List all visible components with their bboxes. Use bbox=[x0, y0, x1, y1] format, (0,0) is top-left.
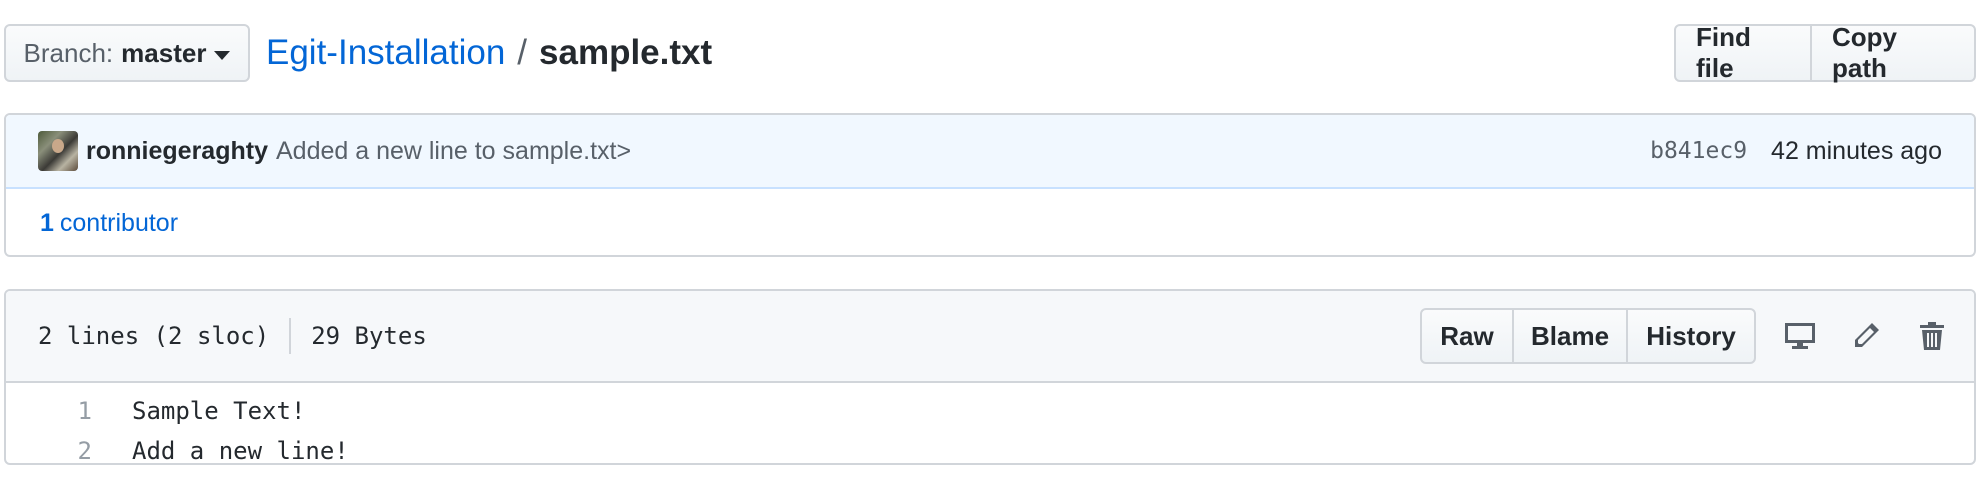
breadcrumb: Egit-Installation / sample.txt bbox=[266, 30, 712, 76]
file-info-divider bbox=[289, 318, 292, 354]
file-size: 29 Bytes bbox=[311, 322, 427, 350]
code-content: 1 Sample Text! 2 Add a new line! bbox=[6, 383, 1974, 465]
author-avatar[interactable] bbox=[38, 131, 78, 171]
contributor-count: 1 bbox=[40, 208, 54, 237]
line-number[interactable]: 2 bbox=[6, 437, 92, 463]
breadcrumb-separator: / bbox=[517, 33, 528, 72]
commit-time: 42 minutes ago bbox=[1771, 136, 1942, 165]
find-file-button[interactable]: Find file bbox=[1674, 22, 1812, 83]
line-content: Add a new line! bbox=[132, 437, 349, 465]
code-line: 1 Sample Text! bbox=[6, 391, 1974, 431]
commit-meta: b841ec9 42 minutes ago bbox=[1650, 137, 1942, 166]
contributor-label: contributor bbox=[59, 208, 179, 237]
breadcrumb-file-name: sample.txt bbox=[539, 33, 713, 72]
blame-button[interactable]: Blame bbox=[1512, 308, 1628, 364]
breadcrumb-repo-link[interactable]: Egit-Installation bbox=[266, 33, 505, 73]
copy-path-button[interactable]: Copy path bbox=[1810, 22, 1976, 83]
branch-name: master bbox=[121, 37, 207, 68]
file-viewer: 2 lines (2 sloc) 29 Bytes Raw Blame Hist… bbox=[4, 289, 1976, 465]
file-view-button-group: Raw Blame History bbox=[1420, 308, 1756, 364]
file-navigation: Find file Copy path bbox=[1674, 22, 1976, 83]
commit-sha-link[interactable]: b841ec9 bbox=[1650, 138, 1747, 164]
pencil-icon[interactable] bbox=[1844, 314, 1888, 358]
caret-down-icon bbox=[214, 50, 231, 60]
branch-select-button[interactable]: Branch: master bbox=[4, 24, 250, 82]
trash-icon[interactable] bbox=[1910, 314, 1954, 358]
commit-info-box: ronniegeraghty Added a new line to sampl… bbox=[4, 113, 1976, 257]
commit-message-link[interactable]: Added a new line to sample.txt> bbox=[276, 137, 631, 166]
line-number[interactable]: 1 bbox=[6, 397, 92, 425]
file-lines-info: 2 lines (2 sloc) bbox=[38, 322, 270, 350]
commit-author-link[interactable]: ronniegeraghty bbox=[86, 137, 268, 166]
history-button[interactable]: History bbox=[1626, 308, 1756, 364]
file-info: 2 lines (2 sloc) 29 Bytes bbox=[38, 318, 427, 354]
file-actions: Raw Blame History bbox=[1420, 308, 1954, 364]
raw-button[interactable]: Raw bbox=[1420, 308, 1514, 364]
line-content: Sample Text! bbox=[132, 397, 306, 425]
code-line: 2 Add a new line! bbox=[6, 431, 1974, 465]
desktop-icon[interactable] bbox=[1778, 314, 1822, 358]
branch-label: Branch: bbox=[23, 37, 114, 68]
contributors-row[interactable]: 1 contributor bbox=[6, 189, 1974, 255]
latest-commit-row: ronniegeraghty Added a new line to sampl… bbox=[6, 115, 1974, 189]
file-header: 2 lines (2 sloc) 29 Bytes Raw Blame Hist… bbox=[6, 291, 1974, 383]
